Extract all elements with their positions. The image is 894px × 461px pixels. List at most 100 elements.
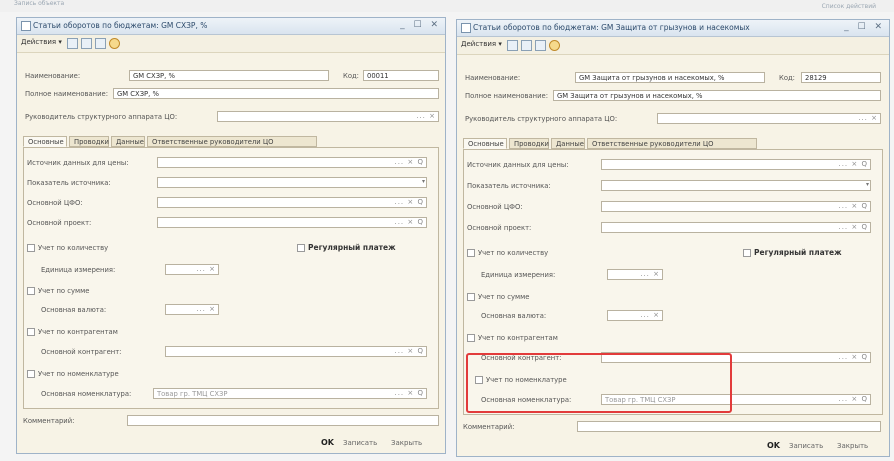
project-label: Основной проект: [467, 224, 532, 232]
save-button[interactable]: Записать [789, 442, 823, 450]
qty-checkbox[interactable] [467, 249, 475, 257]
tab-main[interactable]: Основные [463, 138, 507, 149]
unit-field[interactable]: ... × [607, 269, 663, 280]
copy-icon[interactable] [95, 38, 106, 49]
fullname-label: Полное наименование: [465, 92, 548, 100]
currency-field[interactable]: ... × [165, 304, 219, 315]
currency-field[interactable]: ... × [607, 310, 663, 321]
save-icon[interactable] [521, 40, 532, 51]
name-field[interactable]: GM Защита от грызунов и насекомых, % [575, 72, 765, 83]
help-icon[interactable] [549, 40, 560, 51]
close-button[interactable]: Закрыть [391, 439, 422, 447]
help-icon[interactable] [109, 38, 120, 49]
tab-data[interactable]: Данные [111, 136, 145, 147]
name-field[interactable]: GM СХЗР, % [129, 70, 329, 81]
edit-icon[interactable] [507, 40, 518, 51]
src-label: Источник данных для цены: [27, 159, 129, 167]
project-buttons[interactable]: ... × Q [838, 223, 868, 231]
tab-data[interactable]: Данные [551, 138, 585, 149]
edit-icon[interactable] [67, 38, 78, 49]
src-field[interactable]: ... × Q [601, 159, 871, 170]
indicator-select[interactable]: ▾ [601, 180, 871, 191]
copy-icon[interactable] [535, 40, 546, 51]
fullname-field[interactable]: GM СХЗР, % [113, 88, 439, 99]
comment-label: Комментарий: [23, 417, 75, 425]
fullname-field[interactable]: GM Защита от грызунов и насекомых, % [553, 90, 881, 101]
main-nom-field[interactable]: Товар гр. ТМЦ СХЗР ... × Q [153, 388, 427, 399]
tab-responsible[interactable]: Ответственные руководители ЦО [147, 136, 317, 147]
code-field[interactable]: 00011 [363, 70, 439, 81]
project-field[interactable]: ... × Q [601, 222, 871, 233]
unit-label: Единица измерения: [41, 266, 116, 274]
main-contr-field[interactable]: ... × Q [165, 346, 427, 357]
ok-button[interactable]: OK [767, 441, 780, 450]
window-icon [461, 23, 471, 33]
actions-menu[interactable]: Действия ▾ [461, 40, 502, 48]
code-value: 00011 [367, 72, 389, 80]
tab-responsible[interactable]: Ответственные руководители ЦО [587, 138, 757, 149]
actions-menu[interactable]: Действия ▾ [21, 38, 62, 46]
cfo-field[interactable]: ... × Q [601, 201, 871, 212]
head-field-buttons[interactable]: ... × [416, 112, 436, 120]
sum-checkbox[interactable] [27, 287, 35, 295]
indicator-label: Показатель источника: [27, 179, 111, 187]
cfo-field[interactable]: ... × Q [157, 197, 427, 208]
project-label: Основной проект: [27, 219, 92, 227]
cfo-buttons[interactable]: ... × Q [394, 198, 424, 206]
nom-checkbox[interactable] [27, 370, 35, 378]
chevron-down-icon[interactable]: ▾ [422, 178, 425, 185]
main-nom-buttons[interactable]: ... × Q [838, 395, 868, 403]
chevron-down-icon[interactable]: ▾ [866, 181, 869, 188]
code-field[interactable]: 28129 [801, 72, 881, 83]
sum-checkbox[interactable] [467, 293, 475, 301]
title-bar[interactable]: Статьи оборотов по бюджетам: GM СХЗР, % … [17, 18, 445, 35]
currency-buttons[interactable]: ... × [640, 311, 660, 319]
save-button[interactable]: Записать [343, 439, 377, 447]
project-field[interactable]: ... × Q [157, 217, 427, 228]
tab-entries[interactable]: Проводки [509, 138, 549, 149]
unit-field[interactable]: ... × [165, 264, 219, 275]
contr-label: Учет по контрагентам [478, 334, 558, 342]
regular-checkbox[interactable] [297, 244, 305, 252]
qty-checkbox[interactable] [27, 244, 35, 252]
main-contr-buttons[interactable]: ... × Q [838, 353, 868, 361]
unit-label: Единица измерения: [481, 271, 556, 279]
name-value: GM СХЗР, % [133, 72, 175, 80]
unit-buttons[interactable]: ... × [640, 270, 660, 278]
window-controls[interactable]: _ ☐ ✕ [400, 20, 441, 30]
indicator-select[interactable]: ▾ [157, 177, 427, 188]
src-buttons[interactable]: ... × Q [838, 160, 868, 168]
name-value: GM Защита от грызунов и насекомых, % [579, 74, 725, 82]
contr-checkbox[interactable] [27, 328, 35, 336]
head-field[interactable]: ... × [217, 111, 439, 122]
desktop-label-left: Запись объекта [14, 0, 65, 7]
comment-field[interactable] [577, 421, 881, 432]
regular-checkbox[interactable] [743, 249, 751, 257]
comment-field[interactable] [127, 415, 439, 426]
src-label: Источник данных для цены: [467, 161, 569, 169]
src-field[interactable]: ... × Q [157, 157, 427, 168]
close-button[interactable]: Закрыть [837, 442, 868, 450]
qty-label: Учет по количеству [38, 244, 109, 252]
project-buttons[interactable]: ... × Q [394, 218, 424, 226]
cfo-buttons[interactable]: ... × Q [838, 202, 868, 210]
head-field[interactable]: ... × [657, 113, 881, 124]
save-icon[interactable] [81, 38, 92, 49]
currency-buttons[interactable]: ... × [196, 305, 216, 313]
desktop-strip: Запись объекта Список действий [0, 0, 894, 12]
main-nom-buttons[interactable]: ... × Q [394, 389, 424, 397]
head-field-buttons[interactable]: ... × [858, 114, 878, 122]
fullname-value: GM СХЗР, % [117, 90, 159, 98]
fullname-label: Полное наименование: [25, 90, 108, 98]
src-buttons[interactable]: ... × Q [394, 158, 424, 166]
contr-checkbox[interactable] [467, 334, 475, 342]
main-contr-buttons[interactable]: ... × Q [394, 347, 424, 355]
tab-entries[interactable]: Проводки [69, 136, 109, 147]
unit-buttons[interactable]: ... × [196, 265, 216, 273]
qty-label: Учет по количеству [478, 249, 549, 257]
title-bar[interactable]: Статьи оборотов по бюджетам: GM Защита о… [457, 20, 889, 37]
tab-main[interactable]: Основные [23, 136, 67, 147]
ok-button[interactable]: OK [321, 438, 334, 447]
cfo-label: Основной ЦФО: [27, 199, 83, 207]
window-controls[interactable]: _ ☐ ✕ [844, 22, 885, 32]
